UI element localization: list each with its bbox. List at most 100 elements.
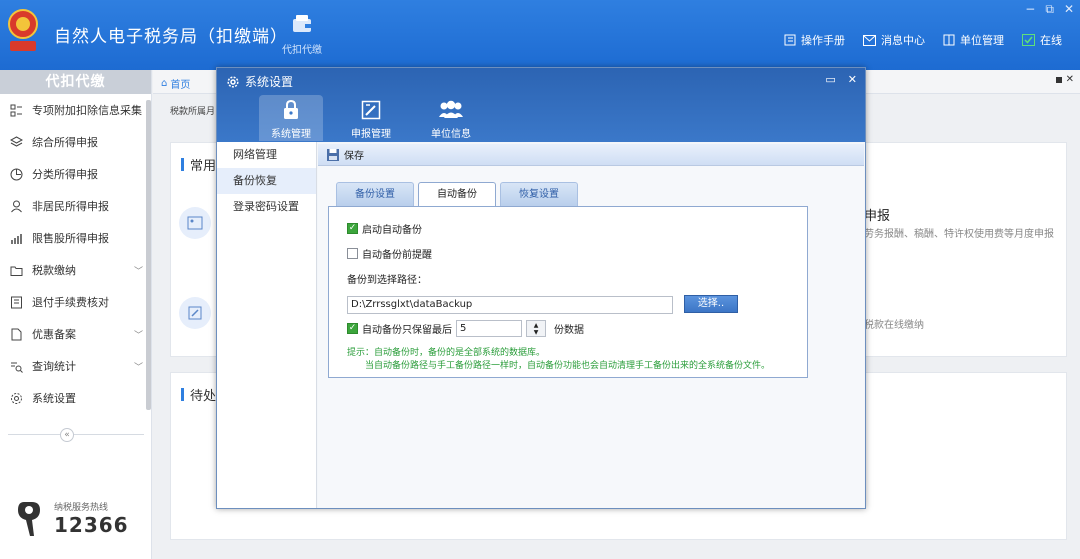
sidebar-item-label: 优惠备案	[32, 328, 76, 341]
stepper-down-icon[interactable]: ▼	[534, 329, 539, 336]
phone-support-icon	[18, 502, 40, 536]
sidebar-item-label: 税款缴纳	[32, 264, 76, 277]
sidebar-item-nonresident[interactable]: 非居民所得申报	[0, 190, 151, 222]
maximize-icon[interactable]: ▭	[825, 73, 835, 86]
keep-count-stepper[interactable]: ▲ ▼	[526, 320, 546, 337]
backup-path-field[interactable]: D:\Zrrssglxt\dataBackup	[347, 296, 673, 314]
dialog-toolbar: 保存	[318, 144, 864, 166]
gear-icon	[227, 75, 239, 88]
title-accent-bar	[181, 158, 184, 171]
tax-emblem-logo	[8, 9, 38, 51]
auto-backup-panel: 启动自动备份 自动备份前提醒 备份到选择路径： D:\Zrrssglxt\dat…	[328, 206, 808, 378]
users-icon	[439, 100, 463, 118]
sidebar-item-classified-income[interactable]: 分类所得申报	[0, 158, 151, 190]
wallet-icon	[293, 15, 311, 32]
chevron-down-icon: ﹀	[133, 331, 143, 341]
layers-icon	[9, 135, 23, 149]
window-controls: − ⧉ ✕	[1025, 2, 1074, 17]
tab-menu-icon[interactable]	[1056, 77, 1062, 83]
sidebar-scrollbar[interactable]	[146, 100, 151, 410]
sidebar-item-label: 综合所得申报	[32, 136, 98, 149]
online-check-icon	[1022, 34, 1035, 46]
subtab-restore-settings[interactable]: 恢复设置	[500, 182, 578, 206]
close-icon[interactable]: ✕	[848, 73, 857, 86]
sidebar-item-label: 分类所得申报	[32, 168, 98, 181]
nav-backup-restore[interactable]: 备份恢复	[217, 168, 316, 194]
dialog-title-text: 系统设置	[245, 75, 294, 89]
hotline-block: 纳税服务热线 12366	[16, 498, 129, 538]
backup-hint: 提示：自动备份时，备份的是全部系统的数据库。 当自动备份路径与手工备份路径一样时…	[347, 347, 770, 373]
hint-line-2: 当自动备份路径与手工备份路径一样时，自动备份功能也会自动清理手工备份出来的全系统…	[365, 361, 771, 371]
nav-network-management[interactable]: 网络管理	[217, 142, 316, 168]
save-button[interactable]: 保存	[326, 147, 364, 162]
online-status[interactable]: 在线	[1022, 32, 1062, 48]
manual-link[interactable]: 操作手册	[784, 32, 845, 48]
restore-icon[interactable]: ⧉	[1045, 2, 1054, 17]
bar-chart-icon	[9, 231, 23, 245]
hint-line-1: 提示：自动备份时，备份的是全部系统的数据库。	[347, 348, 546, 358]
sidebar-item-system-settings[interactable]: 系统设置	[0, 382, 151, 414]
enable-auto-backup-checkbox[interactable]	[347, 223, 358, 234]
sidebar-item-label: 专项附加扣除信息采集	[32, 104, 142, 117]
sidebar-item-label: 限售股所得申报	[32, 232, 109, 245]
tool-system-management[interactable]: 系统管理	[259, 95, 323, 141]
receipt-icon	[9, 295, 23, 309]
chevron-down-icon: ﹀	[133, 363, 143, 373]
sidebar-item-tax-payment[interactable]: 税款缴纳 ﹀	[0, 254, 151, 286]
sidebar-item-comprehensive-income[interactable]: 综合所得申报	[0, 126, 151, 158]
stepper-up-icon[interactable]: ▲	[534, 322, 539, 329]
subtab-backup-settings[interactable]: 备份设置	[336, 182, 414, 206]
tab-home-label: 首页	[170, 80, 191, 91]
tool-filing-management[interactable]: 申报管理	[339, 95, 403, 141]
mail-icon	[863, 34, 876, 46]
hotline-number: 12366	[54, 512, 129, 537]
sidebar-item-fee-refund[interactable]: 退付手续费核对	[0, 286, 151, 318]
keep-last-row: 自动备份只保留最后 5 ▲ ▼ 份数据	[347, 320, 584, 337]
subtab-auto-backup[interactable]: 自动备份	[418, 182, 496, 206]
pending-label: 待处	[190, 389, 217, 404]
close-icon[interactable]: ✕	[1064, 2, 1074, 17]
tab-close-icon[interactable]: ✕	[1066, 74, 1074, 85]
keep-count-input[interactable]: 5	[456, 320, 522, 337]
enable-auto-backup-row: 启动自动备份	[347, 221, 422, 236]
minimize-icon[interactable]: −	[1025, 2, 1035, 17]
sidebar-item-preferential-filing[interactable]: 优惠备案 ﹀	[0, 318, 151, 350]
choose-path-button[interactable]: 选择..	[684, 295, 738, 313]
remind-before-backup-checkbox[interactable]	[347, 248, 358, 259]
sidebar-item-label: 查询统计	[32, 360, 76, 373]
top-nav-withholding[interactable]: 代扣代缴	[276, 14, 328, 66]
pie-icon	[9, 167, 23, 181]
remind-before-backup-label: 自动备份前提醒	[362, 250, 432, 261]
unit-management-link[interactable]: 单位管理	[943, 32, 1004, 48]
app-title: 自然人电子税务局（扣缴端）	[54, 27, 288, 47]
nav-login-password[interactable]: 登录密码设置	[217, 194, 316, 220]
enable-auto-backup-label: 启动自动备份	[362, 225, 422, 236]
backup-subtabs: 备份设置 自动备份 恢复设置	[336, 182, 578, 206]
online-label: 在线	[1040, 34, 1062, 47]
collapse-sidebar-button[interactable]: «	[60, 428, 74, 442]
book-icon	[784, 34, 796, 46]
pending-title: 待处	[181, 385, 216, 404]
keep-last-checkbox[interactable]	[347, 323, 358, 334]
tab-home[interactable]: ⌂ 首页	[161, 76, 190, 91]
message-center-link[interactable]: 消息中心	[863, 32, 925, 48]
lock-icon	[284, 100, 298, 119]
edit-doc-icon	[361, 100, 381, 120]
home-icon: ⌂	[161, 78, 168, 89]
dialog-controls: ▭ ✕	[825, 73, 857, 86]
image-icon[interactable]	[179, 207, 211, 239]
document-icon	[9, 327, 23, 341]
message-center-label: 消息中心	[881, 34, 925, 47]
save-icon	[327, 148, 339, 161]
sidebar-item-restricted-shares[interactable]: 限售股所得申报	[0, 222, 151, 254]
top-nav-label: 代扣代缴	[282, 45, 322, 56]
sidebar-item-special-deduction[interactable]: 专项附加扣除信息采集	[0, 94, 151, 126]
payment-description: 税款在线缴纳	[864, 320, 924, 331]
remind-before-backup-row: 自动备份前提醒	[347, 246, 432, 261]
filing-title[interactable]: 申报	[864, 205, 890, 224]
edit-icon[interactable]	[179, 297, 211, 329]
tool-unit-info[interactable]: 单位信息	[419, 95, 483, 141]
sidebar-item-query-stats[interactable]: 查询统计 ﹀	[0, 350, 151, 382]
tool-label: 单位信息	[431, 129, 471, 140]
system-settings-dialog: 系统设置 ▭ ✕ 系统管理 申报管理 单位信息 网络管理 备份恢复 登录密码设置…	[216, 67, 866, 509]
